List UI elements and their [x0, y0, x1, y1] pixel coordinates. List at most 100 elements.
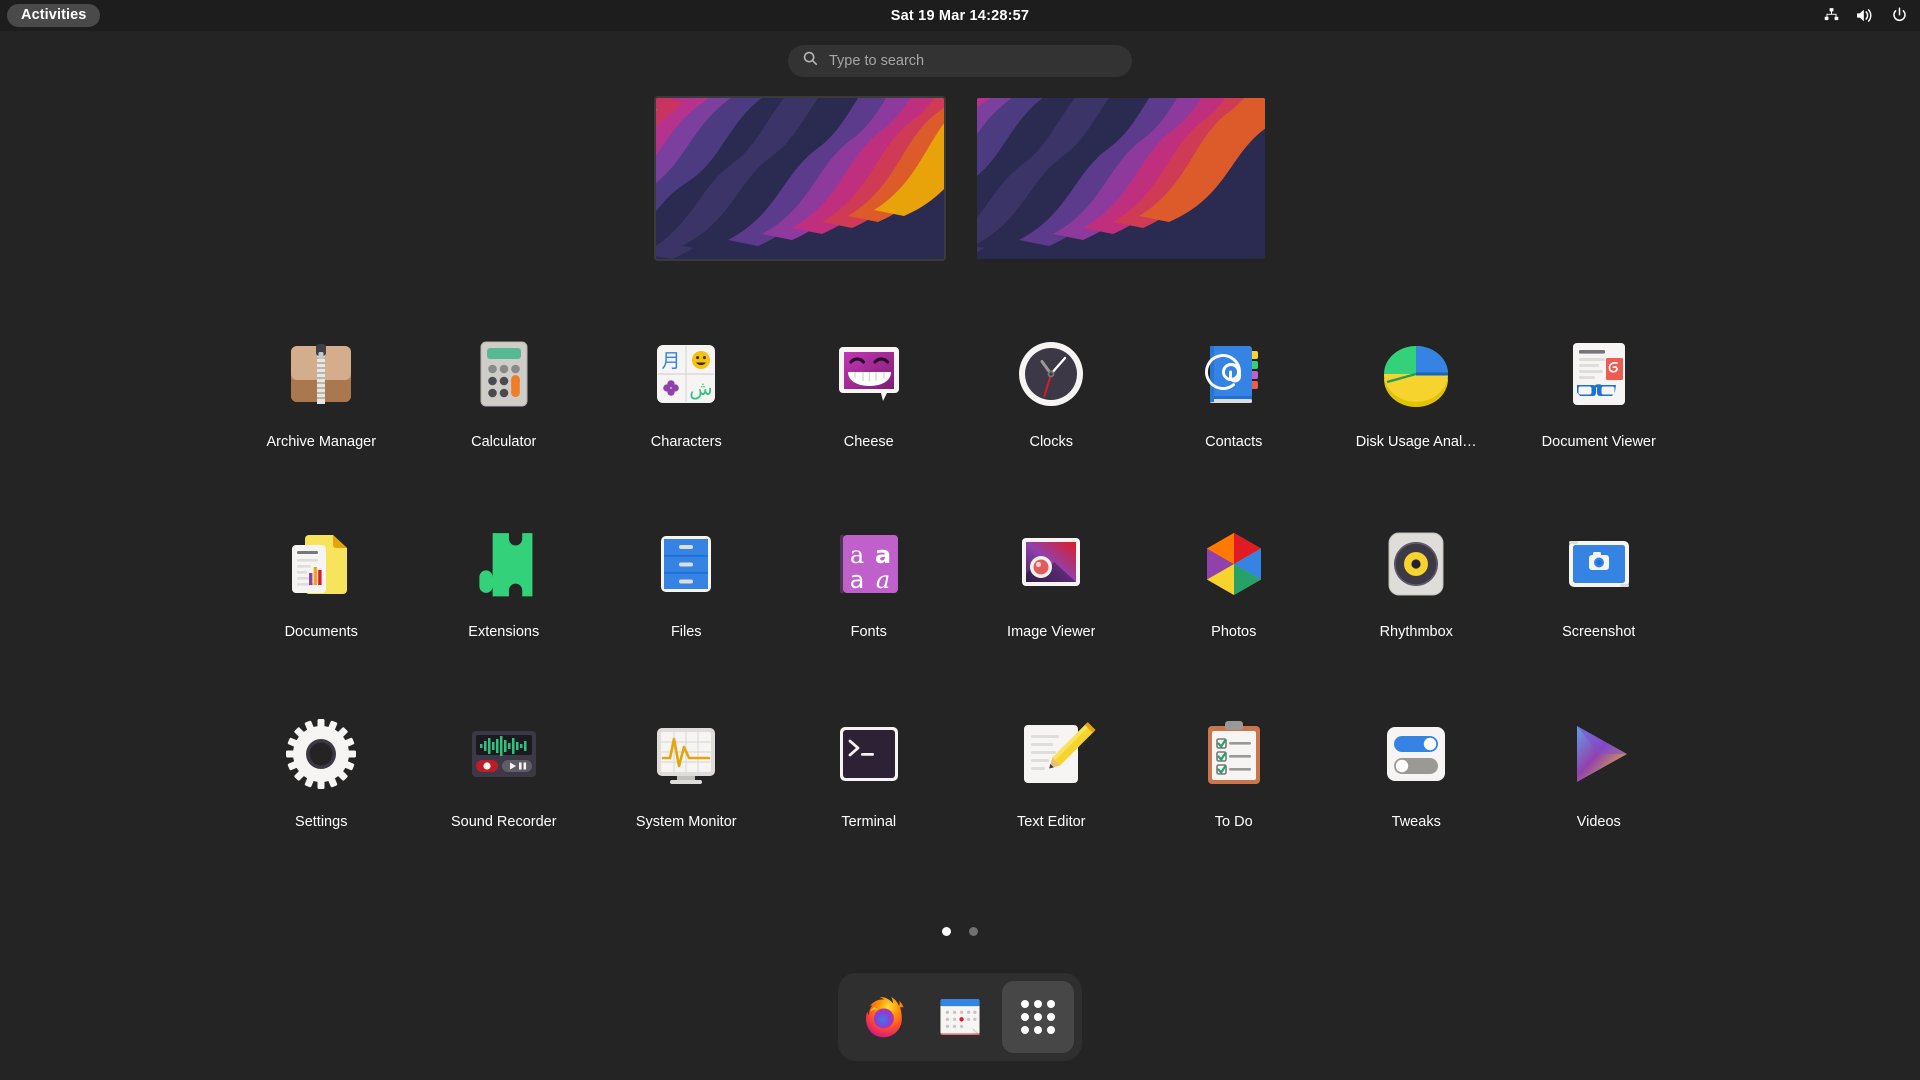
search-input[interactable]: Type to search: [788, 45, 1132, 77]
contacts-icon: [1186, 326, 1282, 422]
dash-item-firefox[interactable]: [846, 981, 918, 1053]
app-item[interactable]: Documents: [230, 508, 413, 698]
dash-item-calendar[interactable]: [924, 981, 996, 1053]
screenshot-icon: [1551, 516, 1647, 612]
disk-usage-analyzer-icon: [1368, 326, 1464, 422]
search-placeholder: Type to search: [829, 53, 925, 69]
app-item[interactable]: Image Viewer: [960, 508, 1143, 698]
app-item[interactable]: Archive Manager: [230, 318, 413, 508]
app-item[interactable]: To Do: [1143, 698, 1326, 888]
svg-text:a: a: [875, 541, 891, 569]
archive-manager-icon: [273, 326, 369, 422]
svg-text:a: a: [850, 541, 864, 569]
app-label: To Do: [1214, 814, 1253, 830]
app-item[interactable]: Document Viewer: [1508, 318, 1691, 508]
workspace-thumbnail-2[interactable]: [976, 98, 1265, 259]
app-item[interactable]: Tweaks: [1325, 698, 1508, 888]
app-item[interactable]: Text Editor: [960, 698, 1143, 888]
app-item[interactable]: Sound Recorder: [413, 698, 596, 888]
photos-icon: [1186, 516, 1282, 612]
app-label: Photos: [1211, 624, 1257, 640]
page-dot-1[interactable]: [942, 927, 951, 936]
app-label: Archive Manager: [266, 434, 377, 450]
terminal-icon: [821, 706, 917, 802]
app-label: Files: [670, 624, 702, 640]
app-label: Fonts: [850, 624, 887, 640]
svg-text:a: a: [876, 566, 890, 594]
power-icon[interactable]: [1891, 7, 1908, 24]
app-item[interactable]: Disk Usage Anal…: [1325, 318, 1508, 508]
app-grid-icon: [1018, 997, 1058, 1037]
app-item[interactable]: Cheese: [778, 318, 961, 508]
app-label: Contacts: [1205, 434, 1263, 450]
sound-recorder-icon: [456, 706, 552, 802]
svg-text:a: a: [849, 566, 864, 594]
app-label: Screenshot: [1562, 624, 1636, 640]
rhythmbox-icon: [1368, 516, 1464, 612]
firefox-icon: [855, 990, 909, 1044]
app-label: Image Viewer: [1007, 624, 1096, 640]
app-label: Document Viewer: [1541, 434, 1656, 450]
dash: [838, 973, 1082, 1061]
calendar-icon: [935, 992, 985, 1042]
app-label: Videos: [1576, 814, 1621, 830]
app-item[interactable]: System Monitor: [595, 698, 778, 888]
app-item[interactable]: Extensions: [413, 508, 596, 698]
app-label: Text Editor: [1017, 814, 1086, 830]
page-dot-2[interactable]: [969, 927, 978, 936]
clocks-icon: [1003, 326, 1099, 422]
system-status-area[interactable]: [1823, 0, 1908, 31]
app-label: Cheese: [843, 434, 894, 450]
app-item[interactable]: 月 ش Characters: [595, 318, 778, 508]
app-label: Terminal: [841, 814, 897, 830]
app-item[interactable]: Calculator: [413, 318, 596, 508]
documents-icon: [273, 516, 369, 612]
app-item[interactable]: Clocks: [960, 318, 1143, 508]
tweaks-icon: [1368, 706, 1464, 802]
wallpaper-preview: [976, 98, 1265, 259]
todo-icon: [1186, 706, 1282, 802]
characters-icon: 月 ش: [638, 326, 734, 422]
app-item[interactable]: Contacts: [1143, 318, 1326, 508]
workspace-thumbnails: [0, 96, 1920, 261]
app-label: System Monitor: [635, 814, 737, 830]
calculator-icon: [456, 326, 552, 422]
app-item[interactable]: a a a a Fonts: [778, 508, 961, 698]
svg-text:ش: ش: [690, 378, 713, 400]
workspace-thumbnail-1[interactable]: [653, 96, 946, 261]
app-label: Sound Recorder: [450, 814, 557, 830]
activities-button[interactable]: Activities: [7, 3, 101, 28]
app-item[interactable]: Videos: [1508, 698, 1691, 888]
app-label: Extensions: [468, 624, 540, 640]
app-item[interactable]: Files: [595, 508, 778, 698]
videos-icon: [1551, 706, 1647, 802]
app-label: Clocks: [1029, 434, 1073, 450]
document-viewer-icon: [1551, 326, 1647, 422]
svg-text:月: 月: [662, 350, 681, 372]
cheese-icon: [821, 326, 917, 422]
app-item[interactable]: Screenshot: [1508, 508, 1691, 698]
show-applications-button[interactable]: [1002, 981, 1074, 1053]
extensions-icon: [456, 516, 552, 612]
image-viewer-icon: [1003, 516, 1099, 612]
search-icon: [802, 50, 819, 72]
app-label: Settings: [295, 814, 348, 830]
app-item[interactable]: Photos: [1143, 508, 1326, 698]
app-item[interactable]: Rhythmbox: [1325, 508, 1508, 698]
clock-button[interactable]: Sat 19 Mar 14:28:57: [891, 8, 1029, 24]
clock-area: Sat 19 Mar 14:28:57: [0, 0, 1920, 31]
app-grid: Archive Manager Calculator 月 ش Character…: [230, 318, 1690, 888]
app-item[interactable]: Terminal: [778, 698, 961, 888]
app-label: Calculator: [471, 434, 537, 450]
settings-icon: [273, 706, 369, 802]
text-editor-icon: [1003, 706, 1099, 802]
app-label: Tweaks: [1391, 814, 1441, 830]
volume-icon[interactable]: [1856, 7, 1875, 24]
app-item[interactable]: Settings: [230, 698, 413, 888]
top-bar: Activities Sat 19 Mar 14:28:57: [0, 0, 1920, 31]
app-label: Documents: [284, 624, 358, 640]
page-indicator: [942, 927, 978, 936]
app-label: Rhythmbox: [1379, 624, 1453, 640]
fonts-icon: a a a a: [821, 516, 917, 612]
network-wired-icon[interactable]: [1823, 7, 1840, 24]
